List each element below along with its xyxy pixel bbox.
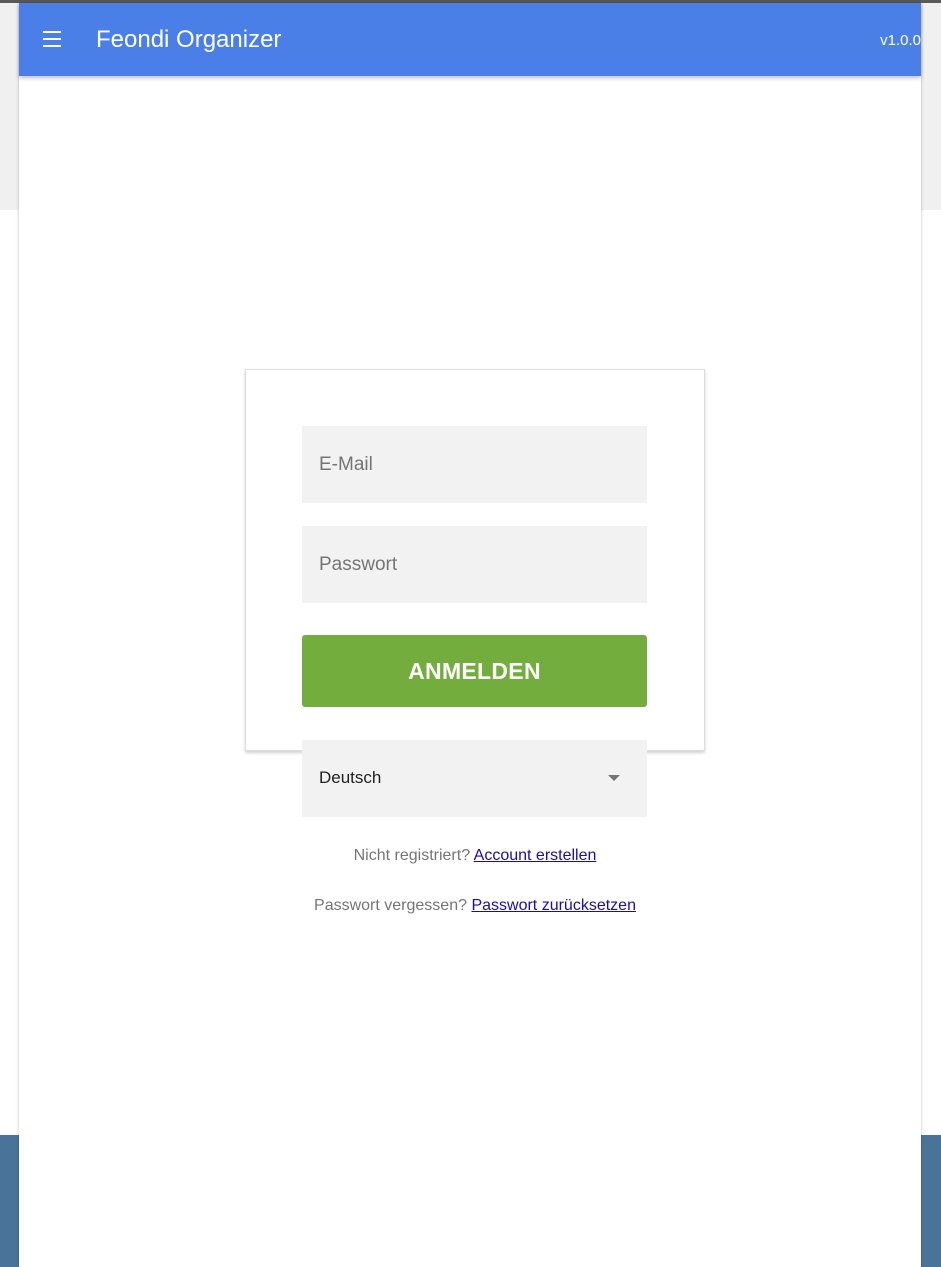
app-title: Feondi Organizer xyxy=(96,26,282,53)
app-version: v1.0.0 xyxy=(880,32,921,49)
password-field[interactable] xyxy=(302,526,647,603)
language-select-value: Deutsch xyxy=(319,768,382,787)
register-prompt: Nicht registriert? xyxy=(353,847,471,864)
reset-password-link[interactable]: Passwort zurücksetzen xyxy=(471,897,636,914)
create-account-link[interactable]: Account erstellen xyxy=(474,847,597,864)
caret-down-icon xyxy=(608,775,620,781)
app-bar: Feondi Organizer v1.0.0 xyxy=(19,3,921,76)
app-window: Feondi Organizer v1.0.0 ANMELDEN Deutsch… xyxy=(19,3,921,1267)
language-select[interactable]: Deutsch xyxy=(302,740,647,817)
forgot-password-prompt: Passwort vergessen? xyxy=(314,897,467,914)
email-field-container xyxy=(302,426,647,503)
login-card: ANMELDEN Deutsch Nicht registriert? Acco… xyxy=(245,369,705,914)
menu-icon[interactable] xyxy=(40,31,64,49)
email-field[interactable] xyxy=(302,426,647,503)
register-row: Nicht registriert? Account erstellen xyxy=(246,846,704,866)
login-button[interactable]: ANMELDEN xyxy=(302,635,647,707)
password-field-container xyxy=(302,526,647,603)
forgot-password-row: Passwort vergessen? Passwort zurücksetze… xyxy=(246,896,704,916)
